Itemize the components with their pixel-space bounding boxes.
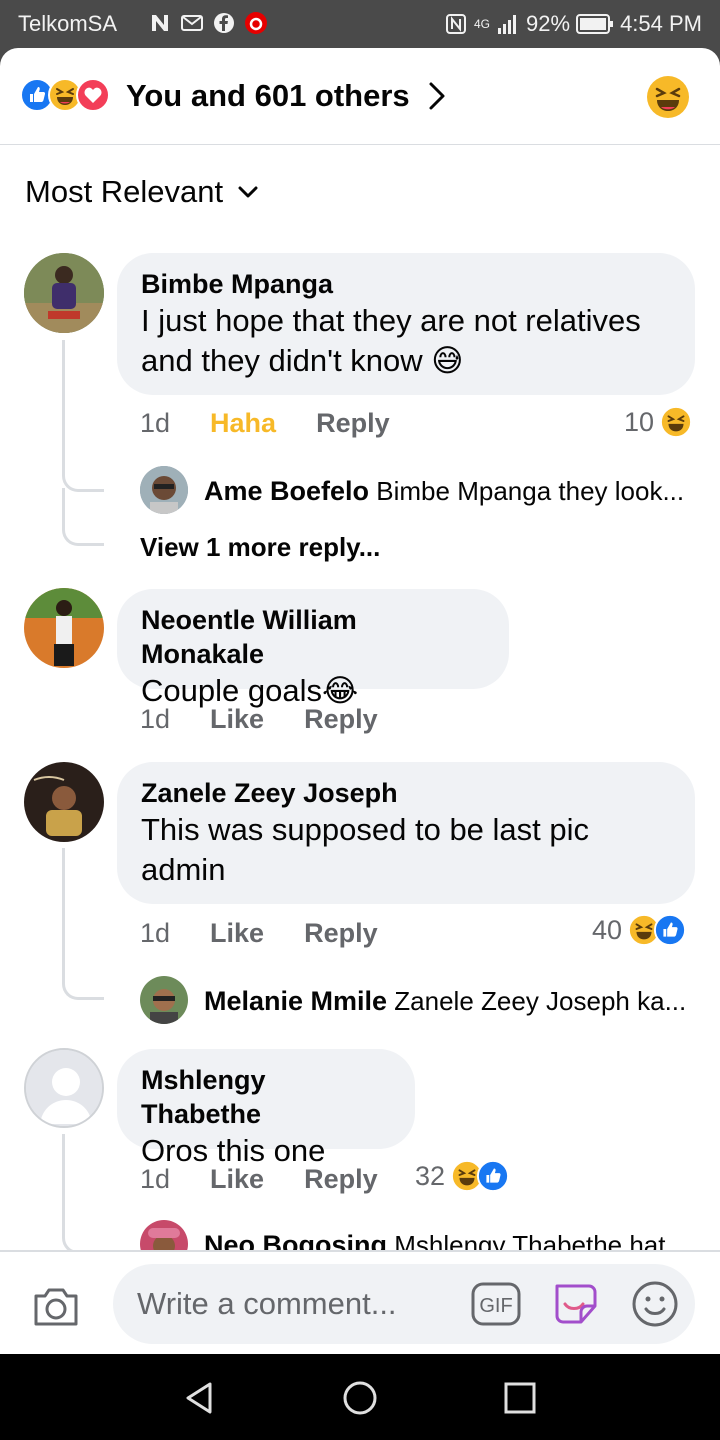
like-icon — [477, 1160, 510, 1192]
comment-bubble[interactable]: Neoentle William Monakale Couple goals😂 — [117, 589, 509, 708]
comment-actions: 1d Haha Reply — [140, 408, 430, 439]
reply-preview[interactable]: Melanie Mmile Zanele Zeey Joseph ka... — [204, 986, 688, 1017]
comment-text: This was supposed to be last pic admin — [141, 812, 590, 887]
haha-reaction-icon[interactable] — [646, 75, 690, 119]
comment-actions: 1d Like Reply — [140, 918, 418, 949]
comment-bubble[interactable]: Bimbe Mpanga I just hope that they are n… — [117, 253, 695, 395]
reaction-icons — [451, 1160, 510, 1192]
clock: 4:54 PM — [620, 11, 702, 36]
comment-actions: 1d Like Reply — [140, 704, 418, 735]
gif-label: GIF — [479, 1295, 512, 1317]
reply-text: Bimbe Mpanga they look... — [376, 476, 684, 506]
comment-time: 1d — [140, 408, 171, 438]
thread-line — [62, 340, 104, 492]
avatar-photo — [24, 762, 104, 842]
haha-icon — [660, 406, 693, 438]
chevron-right-icon — [429, 82, 445, 110]
reply-button[interactable]: Reply — [304, 918, 378, 949]
comment-input[interactable] — [137, 1264, 457, 1344]
reply-button[interactable]: Reply — [304, 704, 378, 735]
comment-author[interactable]: Mshlengy Thabethe — [141, 1063, 391, 1131]
recents-icon[interactable] — [500, 1378, 540, 1418]
reaction-icon-stack — [20, 78, 110, 112]
reply-button[interactable]: Reply — [304, 1164, 378, 1195]
comment-input-container: GIF — [113, 1264, 695, 1344]
view-more-replies[interactable]: View 1 more reply... — [140, 532, 380, 563]
reactions-summary[interactable]: You and 601 others — [0, 48, 720, 145]
comment-actions: 1d Like Reply — [140, 1164, 418, 1195]
reaction-count-number: 40 — [592, 914, 623, 945]
comments-sheet: You and 601 others Most Relevant Bimbe M… — [0, 48, 720, 1354]
reaction-button[interactable]: Haha — [210, 408, 276, 439]
carrier-label: TelkomSA — [18, 11, 118, 36]
reaction-count-number: 32 — [415, 1160, 446, 1191]
sort-label: Most Relevant — [25, 174, 224, 209]
comment-reaction-count[interactable]: 32 — [415, 1160, 510, 1192]
status-right: 4G 92% 4:54 PM — [444, 11, 702, 37]
facebook-icon — [214, 13, 234, 33]
network-type: 4G — [474, 17, 491, 31]
thread-line — [62, 488, 104, 546]
avatar-photo — [24, 253, 104, 333]
mail-icon — [181, 15, 203, 31]
nfc-icon — [446, 14, 466, 34]
avatar-photo — [24, 588, 104, 668]
gif-icon[interactable]: GIF — [471, 1282, 521, 1326]
like-button[interactable]: Like — [210, 1164, 264, 1195]
avatar[interactable] — [24, 253, 104, 333]
avatar-photo — [140, 466, 188, 514]
love-icon — [76, 78, 110, 112]
comment-text: I just hope that they are not relatives … — [141, 303, 641, 378]
avatar[interactable] — [24, 1048, 104, 1128]
signal-icon — [498, 15, 517, 34]
sticker-icon[interactable] — [551, 1278, 601, 1328]
status-bar: TelkomSA 4G 92% 4:54 PM — [0, 0, 720, 48]
like-button[interactable]: Like — [210, 918, 264, 949]
camera-icon[interactable] — [30, 1282, 82, 1330]
emoji-icon[interactable] — [631, 1280, 679, 1328]
reply-author: Melanie Mmile — [204, 986, 388, 1016]
vodacom-icon — [245, 12, 267, 34]
default-avatar-icon — [26, 1050, 102, 1126]
avatar[interactable] — [24, 762, 104, 842]
n-notification-icon — [152, 15, 168, 31]
reply-preview[interactable]: Ame Boefelo Bimbe Mpanga they look... — [204, 476, 684, 507]
like-button[interactable]: Like — [210, 704, 264, 735]
thread-line — [62, 848, 104, 1000]
sort-dropdown[interactable]: Most Relevant — [25, 174, 259, 210]
comment-bubble[interactable]: Mshlengy Thabethe Oros this one — [117, 1049, 415, 1168]
android-nav-bar — [0, 1354, 720, 1440]
reply-text: Zanele Zeey Joseph ka... — [394, 986, 687, 1016]
reply-avatar[interactable] — [140, 466, 188, 514]
comment-author[interactable]: Bimbe Mpanga — [141, 267, 671, 301]
comment-reaction-count[interactable]: 10 — [624, 406, 693, 438]
comment-author[interactable]: Zanele Zeey Joseph — [141, 776, 671, 810]
avatar[interactable] — [24, 588, 104, 668]
chevron-down-icon — [238, 186, 258, 198]
battery-icon — [576, 14, 614, 34]
battery-percent: 92% — [526, 11, 571, 36]
comment-bubble[interactable]: Zanele Zeey Joseph This was supposed to … — [117, 762, 695, 904]
comment-composer: GIF — [0, 1250, 720, 1354]
thread-line — [62, 1134, 104, 1254]
reaction-icons — [628, 914, 687, 946]
back-icon[interactable] — [180, 1378, 220, 1418]
avatar-photo — [140, 976, 188, 1024]
like-icon — [654, 914, 687, 946]
home-icon[interactable] — [340, 1378, 380, 1418]
comment-time: 1d — [140, 1164, 171, 1194]
comment-time: 1d — [140, 918, 171, 948]
reactions-summary-text: You and 601 others — [126, 78, 410, 113]
notification-icons — [148, 11, 268, 35]
comment-author[interactable]: Neoentle William Monakale — [141, 603, 485, 671]
comment-time: 1d — [140, 704, 171, 734]
comment-reaction-count[interactable]: 40 — [592, 914, 687, 946]
reaction-count-number: 10 — [624, 406, 655, 437]
reply-avatar[interactable] — [140, 976, 188, 1024]
reply-button[interactable]: Reply — [316, 408, 390, 439]
reply-author: Ame Boefelo — [204, 476, 370, 506]
